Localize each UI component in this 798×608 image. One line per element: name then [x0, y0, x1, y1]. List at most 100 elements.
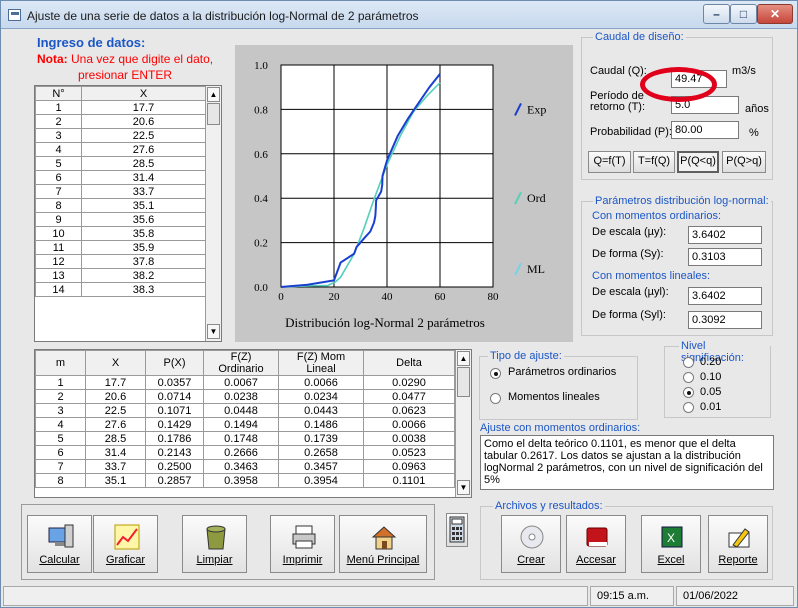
cell-px: 0.2500: [145, 459, 204, 474]
row-index[interactable]: 1: [35, 100, 82, 115]
row-value[interactable]: 38.2: [81, 268, 206, 283]
p-less-button[interactable]: P(Q<q): [677, 151, 719, 173]
row-value[interactable]: 20.6: [81, 114, 206, 129]
forma-l-value[interactable]: 0.3092: [688, 311, 762, 329]
x-tick-label: 20: [329, 291, 341, 303]
table-row[interactable]: 8 35.1: [35, 198, 206, 213]
row-index[interactable]: 6: [35, 170, 82, 185]
row-index[interactable]: 13: [35, 268, 82, 283]
row-value[interactable]: 35.6: [81, 212, 206, 227]
radio-001[interactable]: [683, 402, 694, 413]
row-index[interactable]: 9: [35, 212, 82, 227]
table-row[interactable]: 13 38.2: [35, 268, 206, 283]
row-index[interactable]: 3: [35, 128, 82, 143]
calcular-button[interactable]: Calcular: [27, 515, 92, 573]
table-row[interactable]: 14 38.3: [35, 282, 206, 297]
table-row[interactable]: 4 27.6 0.1429 0.1494 0.1486 0.0066: [35, 417, 455, 432]
radio-lineales[interactable]: [490, 393, 501, 404]
row-value[interactable]: 35.1: [81, 198, 206, 213]
table-row[interactable]: 5 28.5: [35, 156, 206, 171]
row-index[interactable]: 5: [35, 156, 82, 171]
x-tick-label: 40: [382, 291, 394, 303]
close-button[interactable]: ✕: [757, 4, 793, 24]
row-index[interactable]: 10: [35, 226, 82, 241]
table-row[interactable]: 3 22.5 0.1071 0.0448 0.0443 0.0623: [35, 403, 455, 418]
data-input-table[interactable]: N° X 1 17.7 2 20.6 3 22.5 4 27.6 5 28.5 6 31.4 7 33.7…: [34, 85, 222, 342]
calculator-button[interactable]: [446, 513, 468, 547]
row-value[interactable]: 27.6: [81, 142, 206, 157]
cell-fz-ord: 0.3463: [203, 459, 279, 474]
escala-value[interactable]: 3.6402: [688, 226, 762, 244]
row-value[interactable]: 28.5: [81, 156, 206, 171]
results-scrollbar[interactable]: ▲ ▼: [455, 350, 471, 497]
imprimir-button[interactable]: Imprimir: [270, 515, 335, 573]
row-index[interactable]: 12: [35, 254, 82, 269]
row-index[interactable]: 8: [35, 198, 82, 213]
p-greater-button[interactable]: P(Q>q): [722, 151, 766, 173]
results-scroll-up[interactable]: ▲: [457, 351, 470, 366]
table-row[interactable]: 7 33.7 0.2500 0.3463 0.3457 0.0963: [35, 459, 455, 474]
nivel-group: Nivel significación: 0.20 0.10 0.05 0.01: [664, 340, 771, 418]
excel-button[interactable]: X Excel: [641, 515, 701, 573]
table-row[interactable]: 1 17.7 0.0357 0.0067 0.0066 0.0290: [35, 375, 455, 390]
row-value[interactable]: 22.5: [81, 128, 206, 143]
crear-button[interactable]: Crear: [501, 515, 561, 573]
escala-l-value[interactable]: 3.6402: [688, 287, 762, 305]
row-value[interactable]: 17.7: [81, 100, 206, 115]
row-value[interactable]: 37.8: [81, 254, 206, 269]
caudal-p-input[interactable]: 80.00: [671, 121, 739, 139]
results-scroll-thumb[interactable]: [457, 367, 470, 397]
table-row[interactable]: 6 31.4 0.2143 0.2666 0.2658 0.0523: [35, 445, 455, 460]
reporte-label: Reporte: [718, 554, 758, 566]
reporte-button[interactable]: Reporte: [708, 515, 768, 573]
table-row[interactable]: 9 35.6: [35, 212, 206, 227]
status-date: 01/06/2022: [676, 586, 794, 606]
data-table-scrollbar[interactable]: ▲ ▼: [205, 86, 221, 341]
table-row[interactable]: 1 17.7: [35, 100, 206, 115]
row-value[interactable]: 33.7: [81, 184, 206, 199]
table-row[interactable]: 2 20.6 0.0714 0.0238 0.0234 0.0477: [35, 389, 455, 404]
radio-005[interactable]: [683, 387, 694, 398]
row-value[interactable]: 38.3: [81, 282, 206, 297]
row-index[interactable]: 7: [35, 184, 82, 199]
row-index[interactable]: 2: [35, 114, 82, 129]
row-value[interactable]: 35.8: [81, 226, 206, 241]
row-index[interactable]: 11: [35, 240, 82, 255]
table-row[interactable]: 12 37.8: [35, 254, 206, 269]
cell-delta: 0.0038: [363, 431, 455, 446]
table-row[interactable]: 8 35.1 0.2857 0.3958 0.3954 0.1101: [35, 473, 455, 488]
q-of-t-button[interactable]: Q=f(T): [588, 151, 631, 173]
table-row[interactable]: 6 31.4: [35, 170, 206, 185]
row-index[interactable]: 4: [35, 142, 82, 157]
radio-010[interactable]: [683, 372, 694, 383]
table-row[interactable]: 3 22.5: [35, 128, 206, 143]
maximize-button[interactable]: □: [730, 4, 757, 24]
caudal-q-unit: m3/s: [732, 65, 756, 77]
radio-020[interactable]: [683, 357, 694, 368]
t-of-q-button[interactable]: T=f(Q): [633, 151, 675, 173]
results-scroll-down[interactable]: ▼: [457, 480, 470, 495]
cell-delta: 0.0066: [363, 417, 455, 432]
table-row[interactable]: 4 27.6: [35, 142, 206, 157]
table-row[interactable]: 5 28.5 0.1786 0.1748 0.1739 0.0038: [35, 431, 455, 446]
results-table[interactable]: m X P(X) F(Z) Ordinario F(Z) Mom Lineal …: [34, 349, 472, 498]
radio-ordinarios[interactable]: [490, 368, 501, 379]
graficar-button[interactable]: Graficar: [93, 515, 158, 573]
table-row[interactable]: 2 20.6: [35, 114, 206, 129]
cell-fz-ord: 0.0238: [203, 389, 279, 404]
row-value[interactable]: 31.4: [81, 170, 206, 185]
table-row[interactable]: 11 35.9: [35, 240, 206, 255]
title-bar[interactable]: Ajuste de una serie de datos a la distri…: [1, 1, 797, 29]
scroll-up-arrow[interactable]: ▲: [207, 87, 220, 102]
forma-value[interactable]: 0.3103: [688, 248, 762, 266]
limpiar-button[interactable]: Limpiar: [182, 515, 247, 573]
scroll-down-arrow[interactable]: ▼: [207, 324, 220, 339]
table-row[interactable]: 10 35.8: [35, 226, 206, 241]
row-value[interactable]: 35.9: [81, 240, 206, 255]
menu-principal-button[interactable]: Menú Principal: [339, 515, 427, 573]
row-index[interactable]: 14: [35, 282, 82, 297]
minimize-button[interactable]: –: [703, 4, 730, 24]
table-row[interactable]: 7 33.7: [35, 184, 206, 199]
scroll-thumb[interactable]: [207, 103, 220, 125]
accesar-button[interactable]: Accesar: [566, 515, 626, 573]
